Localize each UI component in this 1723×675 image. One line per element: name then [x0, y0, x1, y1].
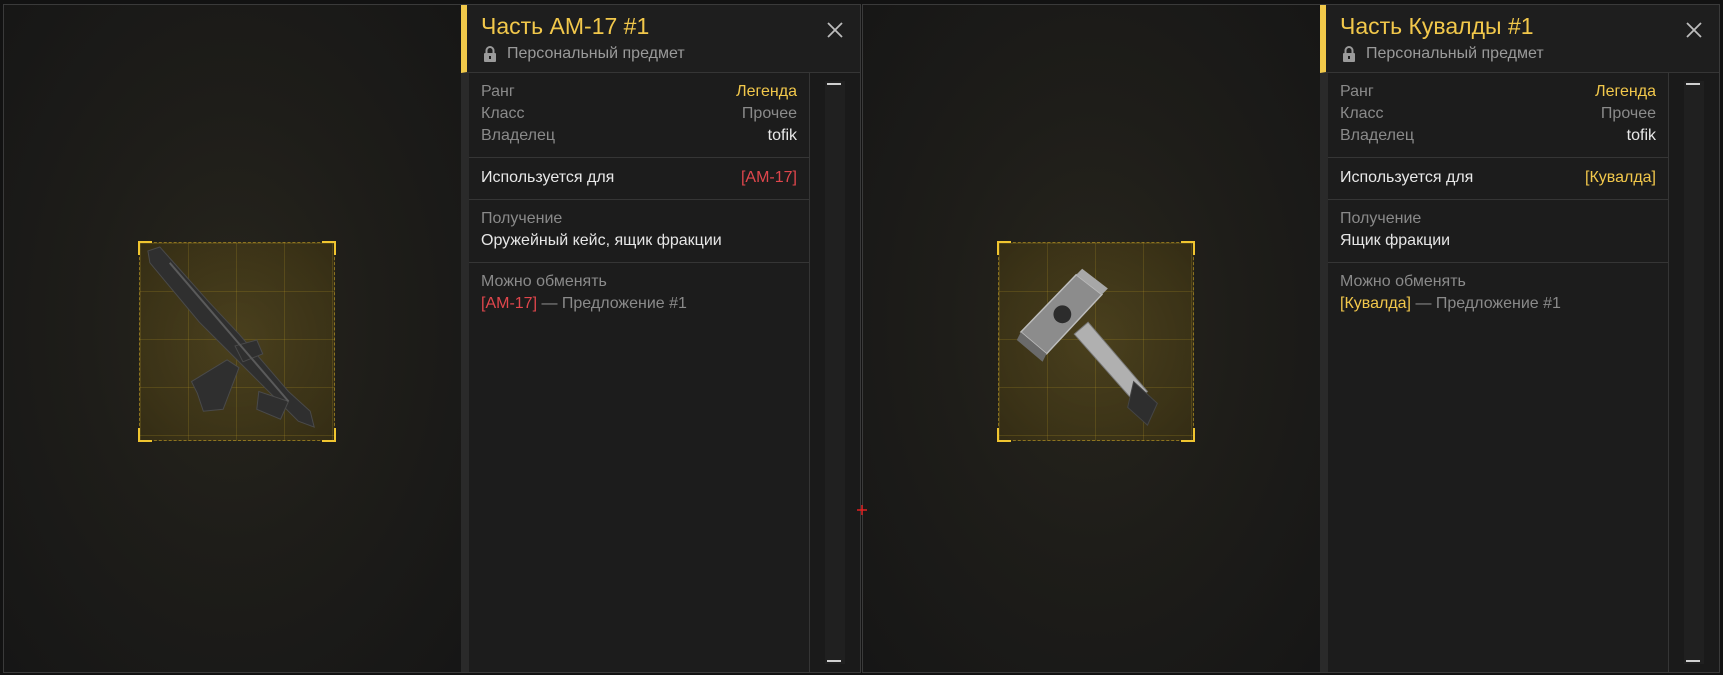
rank-row: Ранг Легенда — [481, 81, 797, 103]
item-preview — [863, 5, 1320, 672]
exchange-offer[interactable]: [АМ-17] — Предложение #1 — [481, 293, 797, 315]
owner-value: tofik — [1626, 127, 1656, 144]
obtain-section: Получение Оружейный кейс, ящик фракции — [469, 200, 809, 263]
exchange-suffix: — Предложение #1 — [537, 295, 687, 312]
owner-row: Владелец tofik — [481, 125, 797, 147]
item-card-am17: Часть АМ-17 #1 Персональный предмет Ранг… — [3, 4, 861, 673]
class-value: Прочее — [1600, 105, 1656, 122]
exchange-suffix: — Предложение #1 — [1411, 295, 1561, 312]
subtitle-text: Персональный предмет — [507, 45, 685, 62]
exchange-item-link[interactable]: [АМ-17] — [481, 295, 537, 312]
rank-row: Ранг Легенда — [1340, 81, 1656, 103]
used-for-label: Используется для — [1340, 169, 1474, 186]
subtitle-text: Персональный предмет — [1366, 45, 1544, 62]
sledgehammer-icon — [1016, 268, 1158, 426]
scrollbar[interactable] — [1669, 73, 1719, 672]
obtain-value: Ящик фракции — [1340, 232, 1451, 249]
exchange-item-link[interactable]: [Кувалда] — [1340, 295, 1411, 312]
exchange-label: Можно обменять — [1340, 273, 1466, 290]
close-icon[interactable] — [1683, 19, 1705, 41]
scroll-track[interactable] — [1684, 81, 1704, 664]
close-icon[interactable] — [824, 19, 846, 41]
item-header: Часть Кувалды #1 Персональный предмет — [1320, 5, 1719, 73]
lock-icon — [484, 46, 496, 62]
owner-label: Владелец — [481, 127, 556, 144]
owner-label: Владелец — [1340, 127, 1415, 144]
item-stats: Ранг Легенда Класс Прочее Владелец tofik — [1328, 73, 1668, 158]
obtain-label: Получение — [481, 210, 563, 227]
obtain-value: Оружейный кейс, ящик фракции — [481, 232, 722, 249]
exchange-section: Можно обменять [АМ-17] — Предложение #1 — [469, 263, 809, 323]
scroll-bottom-cap — [827, 660, 841, 662]
rank-value: Легенда — [736, 83, 797, 100]
rank-label: Ранг — [481, 83, 515, 100]
exchange-offer[interactable]: [Кувалда] — Предложение #1 — [1340, 293, 1656, 315]
scroll-top-cap — [1686, 83, 1700, 85]
item-header: Часть АМ-17 #1 Персональный предмет — [461, 5, 860, 73]
lock-icon — [1343, 46, 1355, 62]
rank-value: Легенда — [1595, 83, 1656, 100]
item-title: Часть Кувалды #1 — [1340, 13, 1534, 39]
item-frame — [997, 241, 1195, 442]
used-for-link[interactable]: [АМ-17] — [741, 167, 797, 189]
item-subtitle: Персональный предмет — [1340, 45, 1544, 63]
scroll-top-cap — [827, 83, 841, 85]
used-for-label: Используется для — [481, 169, 615, 186]
class-row: Класс Прочее — [481, 103, 797, 125]
item-frame — [138, 241, 336, 442]
rank-label: Ранг — [1340, 83, 1374, 100]
scroll-bottom-cap — [1686, 660, 1700, 662]
owner-value: tofik — [767, 127, 797, 144]
used-for-link[interactable]: [Кувалда] — [1585, 167, 1656, 189]
crosshair-icon — [857, 505, 867, 515]
owner-row: Владелец tofik — [1340, 125, 1656, 147]
item-card-sledgehammer: Часть Кувалды #1 Персональный предмет Ра… — [862, 4, 1720, 673]
obtain-label: Получение — [1340, 210, 1422, 227]
scrollbar[interactable] — [810, 73, 860, 672]
item-info-panel: Часть АМ-17 #1 Персональный предмет Ранг… — [461, 5, 860, 672]
item-details: Ранг Легенда Класс Прочее Владелец tofik… — [469, 73, 810, 672]
rifle-icon — [147, 246, 315, 428]
class-label: Класс — [481, 105, 525, 122]
class-row: Класс Прочее — [1340, 103, 1656, 125]
item-info-panel: Часть Кувалды #1 Персональный предмет Ра… — [1320, 5, 1719, 672]
item-details: Ранг Легенда Класс Прочее Владелец tofik… — [1328, 73, 1669, 672]
used-for-row: Используется для [АМ-17] — [469, 158, 809, 200]
used-for-row: Используется для [Кувалда] — [1328, 158, 1668, 200]
item-title: Часть АМ-17 #1 — [481, 13, 650, 39]
class-label: Класс — [1340, 105, 1384, 122]
item-stats: Ранг Легенда Класс Прочее Владелец tofik — [469, 73, 809, 158]
class-value: Прочее — [741, 105, 797, 122]
scroll-track[interactable] — [825, 81, 845, 664]
exchange-section: Можно обменять [Кувалда] — Предложение #… — [1328, 263, 1668, 323]
item-subtitle: Персональный предмет — [481, 45, 685, 63]
stage: Часть АМ-17 #1 Персональный предмет Ранг… — [0, 0, 1723, 675]
item-preview — [4, 5, 461, 672]
exchange-label: Можно обменять — [481, 273, 607, 290]
obtain-section: Получение Ящик фракции — [1328, 200, 1668, 263]
